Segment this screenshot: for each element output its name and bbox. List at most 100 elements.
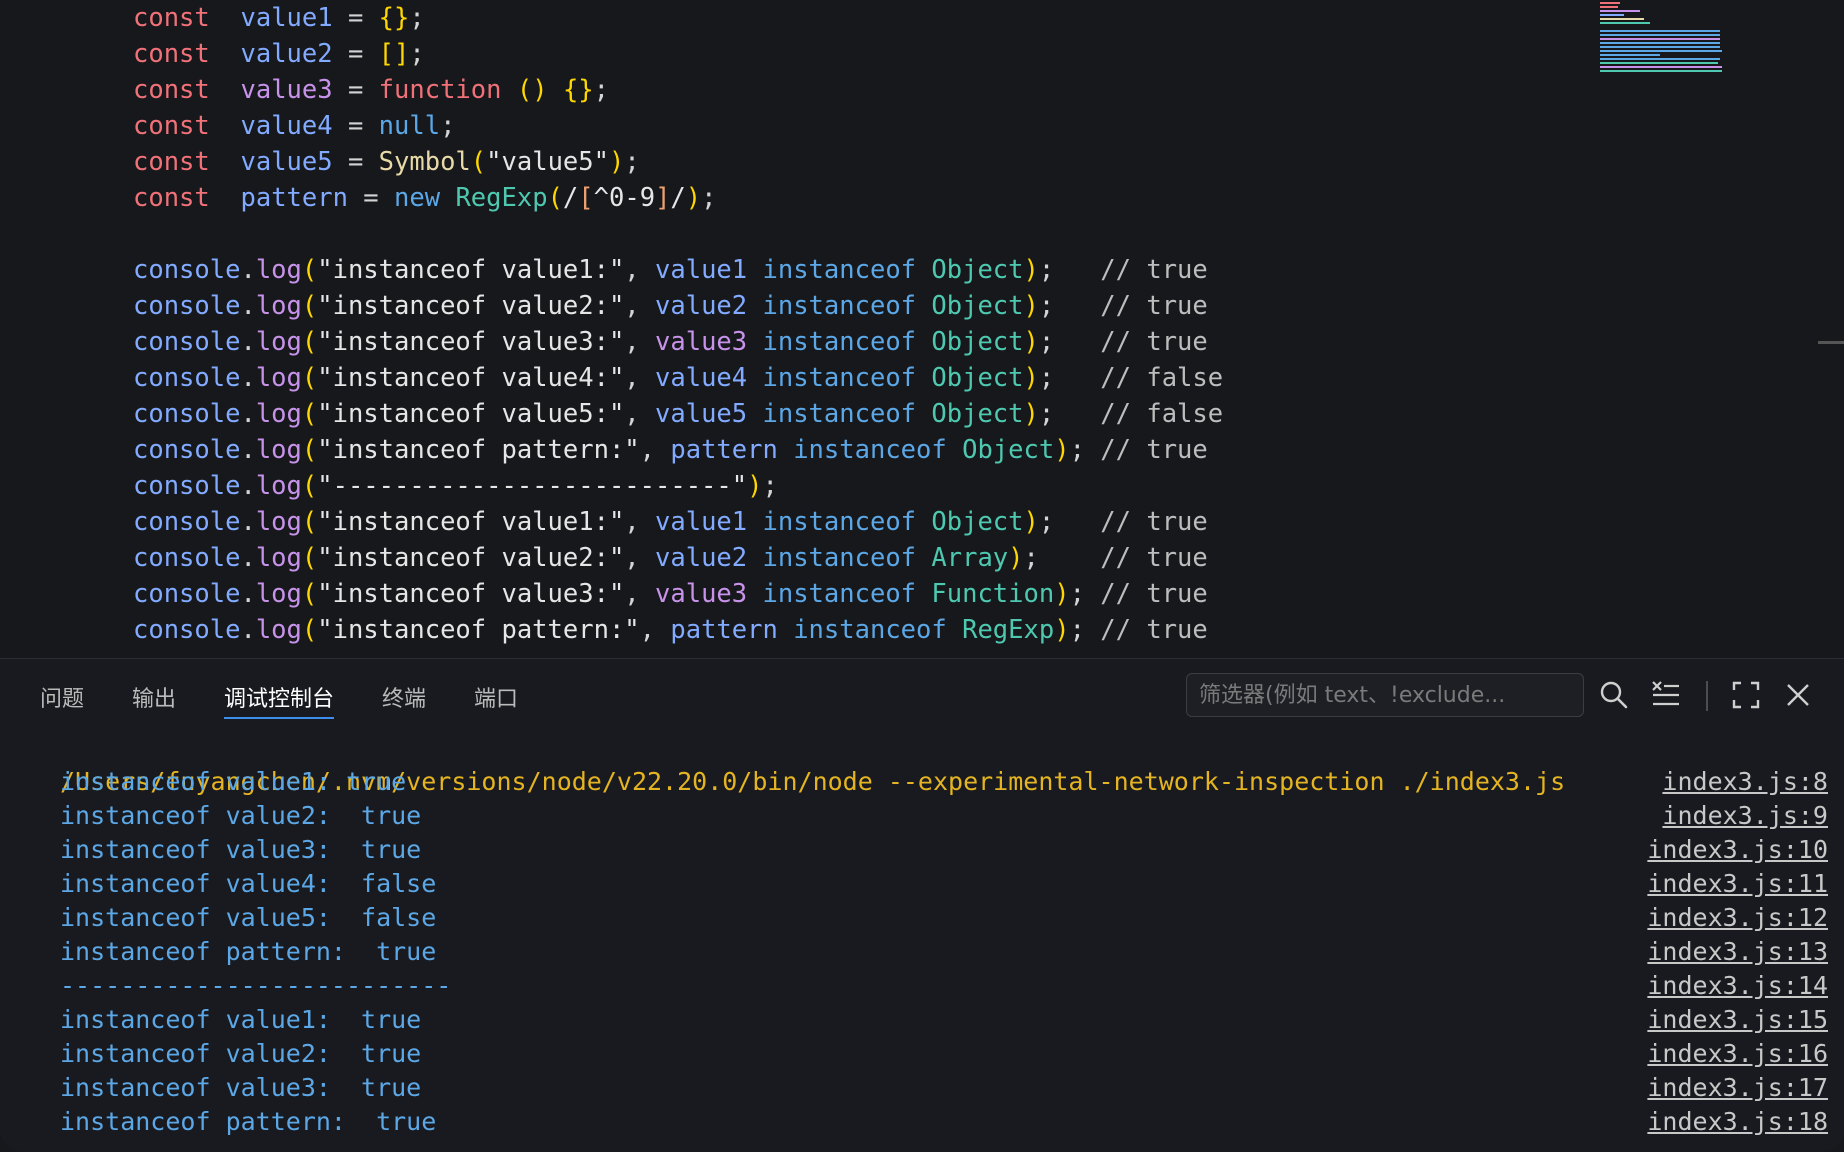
code-token: log [255, 579, 302, 609]
code-token: log [255, 435, 302, 465]
code-token: "instanceof value1:" [317, 507, 625, 537]
code-token: value3 [655, 579, 748, 609]
tab-problems[interactable]: 问题 [40, 681, 84, 712]
code-token: ( [301, 291, 318, 321]
source-link[interactable]: index3.js:8 [1662, 765, 1828, 799]
code-token: pattern [240, 183, 348, 213]
output-text: instanceof value3: true [60, 835, 422, 864]
code-token: . [240, 291, 256, 321]
line-code: const value5 = Symbol("value5"); [133, 144, 640, 180]
console-output-line: instanceof value4: false index3.js:11 [0, 867, 1844, 901]
source-link[interactable]: index3.js:16 [1647, 1037, 1828, 1071]
code-token: null [378, 111, 441, 141]
code-token: ; [1038, 255, 1101, 285]
code-token: ( [301, 255, 318, 285]
code-token: ; [1038, 327, 1101, 357]
code-token: Object [931, 363, 1024, 393]
code-token: "--------------------------" [317, 471, 748, 501]
line-code: console.log("instanceof value2:", value2… [133, 540, 1208, 576]
maximize-icon[interactable] [1730, 679, 1762, 711]
code-token: ) [1023, 327, 1039, 357]
source-link[interactable]: index3.js:12 [1647, 901, 1828, 935]
code-token: = [332, 3, 379, 33]
console-output-line: instanceof pattern: true index3.js:13 [0, 935, 1844, 969]
code-token: instanceof [762, 399, 917, 429]
tab-ports[interactable]: 端口 [474, 681, 519, 712]
code-token: ) [1054, 435, 1070, 465]
code-token: const [133, 111, 210, 141]
source-link[interactable]: index3.js:14 [1647, 969, 1828, 1003]
code-token: log [255, 327, 302, 357]
code-token: ; [762, 471, 778, 501]
code-token: . [240, 507, 256, 537]
output-text: -------------------------- [60, 971, 452, 1000]
code-token: Object [931, 291, 1024, 321]
code-token: ( [301, 327, 318, 357]
tab-output[interactable]: 输出 [132, 681, 176, 712]
code-token: log [255, 399, 302, 429]
code-token: value5 [240, 147, 333, 177]
code-token: instanceof [762, 543, 917, 573]
code-token: / [562, 183, 579, 213]
code-token: RegExp [455, 183, 548, 213]
code-token: // true [1100, 327, 1208, 357]
source-link[interactable]: index3.js:13 [1647, 935, 1828, 969]
tab-terminal[interactable]: 终端 [382, 681, 426, 712]
code-token: = [332, 39, 379, 69]
clear-console-icon[interactable] [1650, 679, 1682, 711]
code-token: Object [931, 507, 1024, 537]
output-text: instanceof value4: false [60, 869, 437, 898]
active-tab-indicator [224, 717, 335, 719]
code-token: ) [608, 147, 625, 177]
source-link[interactable]: index3.js:11 [1647, 867, 1828, 901]
search-icon[interactable] [1598, 679, 1630, 711]
code-token: "instanceof value3:" [317, 579, 625, 609]
code-token: ] [655, 183, 671, 213]
line-code: const value3 = function () {}; [133, 72, 609, 108]
source-link[interactable]: index3.js:9 [1662, 799, 1828, 833]
line-code: console.log("instanceof value4:", value4… [133, 360, 1223, 396]
code-token: value2 [240, 39, 333, 69]
tab-debug-console[interactable]: 调试控制台 [224, 681, 335, 719]
code-token: [] [378, 39, 410, 69]
code-token: const [133, 75, 210, 105]
code-token: ) [685, 183, 702, 213]
code-token: ; [624, 147, 640, 177]
code-token: . [240, 579, 256, 609]
code-token: value1 [655, 255, 748, 285]
code-token: instanceof [793, 615, 947, 645]
output-text: instanceof value1: true [60, 767, 407, 796]
code-editor[interactable]: 1const value1 = {};2const value2 = [];3c… [0, 0, 1844, 658]
code-token: , [624, 579, 656, 609]
scrollbar-marker[interactable] [1818, 341, 1844, 344]
code-token: () [516, 75, 548, 105]
code-token: ( [301, 579, 318, 609]
code-token: Function [931, 579, 1055, 609]
source-link[interactable]: index3.js:17 [1647, 1071, 1828, 1105]
source-link[interactable]: index3.js:18 [1647, 1105, 1828, 1139]
code-token: "instanceof pattern:" [317, 435, 640, 465]
output-text: instanceof pattern: true [60, 937, 437, 966]
code-token: console [133, 291, 241, 321]
code-token: console [133, 435, 241, 465]
code-token: "instanceof value1:" [317, 255, 625, 285]
minimap[interactable] [1600, 0, 1760, 80]
source-link[interactable]: index3.js:10 [1647, 833, 1828, 867]
code-token: ) [1023, 399, 1039, 429]
close-icon[interactable] [1782, 679, 1814, 711]
code-token: Symbol [378, 147, 471, 177]
source-link[interactable]: index3.js:15 [1647, 1003, 1828, 1037]
code-token: Object [962, 435, 1055, 465]
code-token: console [133, 543, 241, 573]
filter-input[interactable] [1187, 674, 1583, 716]
tab-label: 端口 [474, 687, 519, 712]
